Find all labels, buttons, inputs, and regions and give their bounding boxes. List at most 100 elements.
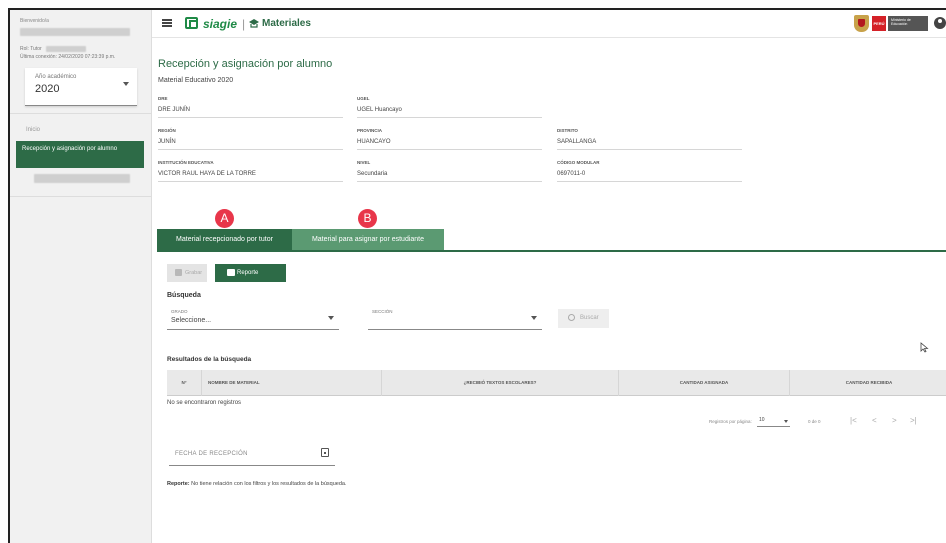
last-connection-text: Última conexión: 24/02/2020 07:23:39 p.m… [20, 54, 116, 60]
field-label: INSTITUCIÓN EDUCATIVA [158, 160, 214, 165]
sidebar: Bienvenido/a Rol: Tutor Última conexión:… [10, 10, 152, 543]
field-label: CÓDIGO MODULAR [557, 160, 600, 165]
prev-page-button[interactable]: < [872, 416, 877, 425]
siagie-logo-icon [185, 17, 198, 29]
field-dre: DRE DRE JUNÍN [158, 96, 343, 118]
page-range: 0 de 0 [808, 419, 821, 424]
field-region: REGIÓN JUNÍN [158, 128, 343, 150]
sidebar-item-redacted[interactable] [34, 174, 130, 183]
sidebar-divider [10, 113, 151, 114]
academic-year-label: Año académico [35, 74, 77, 80]
annotation-marker-a: A [215, 209, 234, 228]
academic-year-select[interactable]: Año académico 2020 [25, 68, 137, 106]
grado-value: Seleccione... [171, 317, 212, 324]
first-page-button[interactable]: |< [850, 416, 857, 425]
sidebar-item-recepcion[interactable]: Recepción y asignación por alumno [16, 141, 144, 168]
field-label: DRE [158, 96, 168, 101]
chevron-down-icon [784, 420, 788, 423]
app-frame: Bienvenido/a Rol: Tutor Última conexión:… [8, 8, 946, 543]
mouse-cursor-icon [920, 342, 929, 353]
brand-separator: | [242, 17, 246, 31]
field-value: DRE JUNÍN [158, 107, 191, 113]
save-button-label: Grabar [185, 270, 203, 276]
save-button[interactable]: Grabar [167, 264, 207, 282]
empty-results-text: No se encontraron registros [167, 400, 242, 406]
column-header-nombre[interactable]: NOMBRE DE MATERIAL [201, 370, 381, 396]
field-value: VICTOR RAUL HAYA DE LA TORRE [158, 171, 256, 177]
column-header-numero[interactable]: N° [167, 370, 201, 396]
field-label: DISTRITO [557, 128, 578, 133]
seccion-select[interactable]: SECCIÓN [368, 306, 542, 330]
field-distrito: DISTRITO SAPALLANGA [557, 128, 742, 150]
coat-of-arms-icon [854, 15, 869, 32]
field-label: REGIÓN [158, 128, 176, 133]
fecha-recepcion-label: FECHA DE RECEPCIÓN [175, 451, 248, 457]
report-button[interactable]: Reporte [215, 264, 286, 282]
seccion-label: SECCIÓN [372, 309, 393, 314]
field-label: UGEL [357, 96, 370, 101]
field-value: UGEL Huancayo [357, 107, 402, 113]
tab-material-asignar[interactable]: Material para asignar por estudiante [292, 229, 444, 251]
chevron-down-icon [531, 316, 537, 320]
fecha-recepcion-input[interactable]: FECHA DE RECEPCIÓN [169, 442, 335, 466]
last-page-button[interactable]: >| [910, 416, 917, 425]
field-codigo-modular: CÓDIGO MODULAR 0697011-0 [557, 160, 742, 182]
results-table-header: N° NOMBRE DE MATERIAL ¿RECIBIÓ TEXTOS ES… [167, 370, 946, 396]
per-page-select[interactable]: 10 [757, 417, 790, 427]
page-subtitle: Material Educativo 2020 [158, 77, 234, 84]
print-icon [227, 269, 235, 276]
user-account-icon[interactable] [934, 17, 946, 29]
search-button-label: Buscar [580, 315, 599, 321]
brand-name: siagie [203, 17, 238, 31]
ministry-badge: Ministerio de Educación [888, 16, 928, 31]
main-content: Recepción y asignación por alumno Materi… [152, 38, 946, 543]
per-page-label: Registros por página: [709, 419, 752, 424]
results-title: Resultados de la búsqueda [167, 356, 252, 363]
field-provincia: PROVINCIA HUANCAYO [357, 128, 542, 150]
field-ugel: UGEL UGEL Huancayo [357, 96, 542, 118]
field-value: 0697011-0 [557, 171, 586, 177]
search-section-title: Búsqueda [167, 292, 201, 299]
module-title: Materiales [262, 18, 311, 29]
per-page-value: 10 [759, 417, 765, 423]
tabs-underline [157, 250, 946, 252]
role-redacted [46, 46, 86, 52]
page-title: Recepción y asignación por alumno [158, 58, 333, 70]
sidebar-item-inicio[interactable]: Inicio [26, 127, 40, 133]
field-label: NIVEL [357, 160, 371, 165]
sidebar-divider [10, 196, 151, 197]
report-note-label: Reporte: [167, 481, 190, 487]
column-header-recibida[interactable]: CANTIDAD RECIBIDA [789, 370, 946, 396]
save-icon [175, 269, 182, 276]
report-note: Reporte: No tiene relación con los filtr… [167, 481, 346, 487]
column-header-recibio[interactable]: ¿RECIBIÓ TEXTOS ESCOLARES? [381, 370, 618, 396]
menu-icon[interactable] [162, 19, 172, 27]
field-nivel: NIVEL Secundaria [357, 160, 542, 182]
chevron-down-icon [123, 82, 129, 86]
grado-label: GRADO [171, 309, 188, 314]
field-value: JUNÍN [158, 139, 176, 145]
annotation-marker-b: B [358, 209, 377, 228]
chevron-down-icon [328, 316, 334, 320]
report-button-label: Reporte [237, 270, 259, 276]
tab-material-recepcionado[interactable]: Material recepcionado por tutor [157, 229, 292, 251]
peru-badge: PERÚ [872, 16, 886, 31]
field-value: HUANCAYO [357, 139, 391, 145]
field-value: Secundaria [357, 171, 388, 177]
field-label: PROVINCIA [357, 128, 383, 133]
calendar-icon[interactable] [321, 448, 329, 457]
welcome-text: Bienvenido/a [20, 18, 49, 24]
report-note-text: No tiene relación con los filtros y los … [189, 481, 347, 487]
field-value: SAPALLANGA [557, 139, 597, 145]
search-icon [568, 314, 575, 321]
column-header-asignada[interactable]: CANTIDAD ASIGNADA [618, 370, 789, 396]
materials-icon [249, 19, 259, 28]
academic-year-value: 2020 [35, 83, 60, 95]
next-page-button[interactable]: > [892, 416, 897, 425]
username-redacted [20, 28, 130, 36]
role-text: Rol: Tutor [20, 46, 42, 52]
field-institucion: INSTITUCIÓN EDUCATIVA VICTOR RAUL HAYA D… [158, 160, 343, 182]
search-button[interactable]: Buscar [558, 309, 609, 328]
top-header: siagie | Materiales PERÚ Ministerio de E… [152, 10, 946, 38]
grado-select[interactable]: GRADO Seleccione... [167, 306, 339, 330]
